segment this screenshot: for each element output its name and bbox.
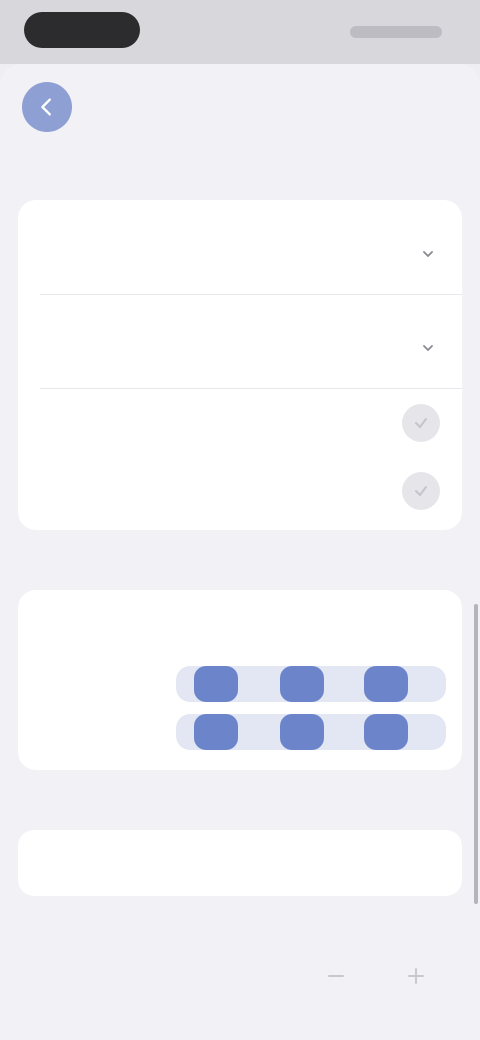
status-bar bbox=[0, 0, 480, 64]
slot-toggle[interactable] bbox=[364, 714, 408, 750]
toggle-1-checkbox[interactable] bbox=[402, 404, 440, 442]
chevron-down-icon bbox=[423, 251, 433, 258]
minus-icon bbox=[328, 975, 344, 977]
slot-toggle[interactable] bbox=[280, 714, 324, 750]
time-row-end[interactable] bbox=[18, 294, 462, 388]
checkmark-icon bbox=[415, 486, 427, 497]
plus-button[interactable] bbox=[398, 958, 434, 994]
scrollbar[interactable] bbox=[474, 604, 478, 904]
days-card bbox=[18, 590, 462, 770]
page-title bbox=[140, 92, 340, 118]
minus-button[interactable] bbox=[318, 958, 354, 994]
note-input[interactable] bbox=[18, 830, 462, 896]
back-button[interactable] bbox=[22, 82, 72, 132]
chevron-left-icon bbox=[41, 98, 51, 116]
settings-sheet bbox=[0, 64, 480, 1040]
slot-toggle[interactable] bbox=[194, 666, 238, 702]
end-time-value-group[interactable] bbox=[412, 342, 434, 354]
start-time-value-group[interactable] bbox=[412, 248, 434, 260]
chevron-down-icon bbox=[423, 345, 433, 352]
page-subtitle bbox=[90, 134, 390, 150]
status-time-pill bbox=[24, 12, 140, 48]
status-indicators bbox=[350, 26, 442, 38]
header bbox=[0, 64, 480, 160]
plus-icon bbox=[408, 968, 424, 984]
toggle-row-1[interactable] bbox=[18, 388, 462, 458]
slot-toggle[interactable] bbox=[280, 666, 324, 702]
checkmark-icon bbox=[415, 418, 427, 429]
slot-toggle[interactable] bbox=[364, 666, 408, 702]
time-card bbox=[18, 200, 462, 530]
app-frame bbox=[0, 0, 480, 1040]
slot-toggle[interactable] bbox=[194, 714, 238, 750]
toggle-row-2[interactable] bbox=[18, 458, 462, 528]
time-row-start[interactable] bbox=[18, 200, 462, 294]
toggle-2-checkbox[interactable] bbox=[402, 472, 440, 510]
